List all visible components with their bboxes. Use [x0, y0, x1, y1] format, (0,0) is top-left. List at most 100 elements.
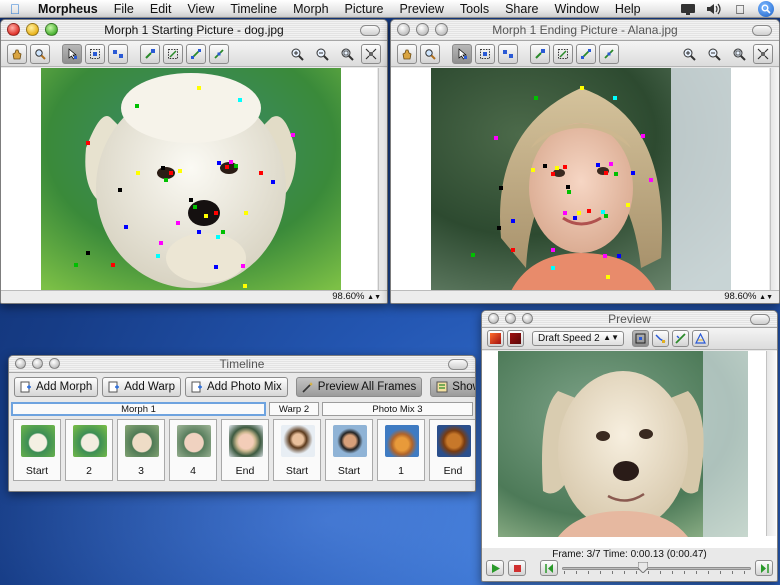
morph-point[interactable] [573, 216, 577, 220]
morph-point[interactable] [543, 164, 547, 168]
morph-point[interactable] [494, 136, 498, 140]
minimize-button[interactable] [32, 358, 43, 369]
morph-point[interactable] [471, 253, 475, 257]
zoom-out-icon[interactable] [703, 44, 725, 64]
morph-point[interactable] [604, 214, 608, 218]
morph-point[interactable] [631, 171, 635, 175]
close-button[interactable] [397, 23, 410, 36]
preview-titlebar[interactable]: Preview [482, 311, 777, 328]
vertical-scrollbar[interactable] [770, 68, 779, 291]
show-points-button[interactable] [632, 330, 649, 347]
add-line-tool-button[interactable] [553, 43, 573, 64]
toolbar-toggle-button[interactable] [448, 359, 468, 370]
menu-view[interactable]: View [179, 2, 222, 16]
timeline-frame[interactable]: 1 [377, 419, 425, 481]
morph-point[interactable] [551, 172, 555, 176]
morph-point[interactable] [176, 221, 180, 225]
morph-point[interactable] [169, 171, 173, 175]
add-photo-mix-button[interactable]: Add Photo Mix [184, 377, 288, 397]
select-point-tool-button[interactable] [452, 43, 472, 64]
end-image-button[interactable] [507, 330, 524, 347]
morph-point[interactable] [531, 168, 535, 172]
preview-all-frames-button[interactable]: Preview All Frames [295, 377, 423, 397]
zoom-actual-size-icon[interactable] [361, 43, 381, 64]
menu-picture[interactable]: Picture [337, 2, 392, 16]
morph-point[interactable] [567, 190, 571, 194]
morph-point[interactable] [497, 226, 501, 230]
morph-point[interactable] [609, 162, 613, 166]
morph-point[interactable] [86, 141, 90, 145]
morph-point[interactable] [603, 254, 607, 258]
toolbar-toggle-button[interactable] [360, 25, 380, 36]
morph-point[interactable] [596, 163, 600, 167]
display-icon[interactable] [680, 2, 696, 16]
add-point-tool-button[interactable] [530, 43, 550, 64]
morph-point[interactable] [563, 211, 567, 215]
close-button[interactable] [488, 313, 499, 324]
morph-point[interactable] [217, 161, 221, 165]
morph-point[interactable] [587, 209, 591, 213]
hand-tool-button[interactable] [397, 43, 417, 64]
morph-point[interactable] [74, 263, 78, 267]
apple-logo-icon[interactable]:  [732, 2, 748, 17]
move-points-tool-button[interactable] [108, 43, 128, 64]
menu-morph[interactable]: Morph [285, 2, 336, 16]
morph-point[interactable] [135, 104, 139, 108]
morph-point[interactable] [189, 198, 193, 202]
speed-select[interactable]: Draft Speed 2 ▲▼ [532, 331, 624, 346]
timeline-frame[interactable]: End [429, 419, 475, 481]
morph-point[interactable] [124, 225, 128, 229]
apple-menu-icon[interactable]:  [0, 1, 30, 17]
morph-point[interactable] [214, 211, 218, 215]
menu-preview[interactable]: Preview [391, 2, 451, 16]
photomix-group-label[interactable]: Photo Mix 3 [322, 402, 473, 416]
close-button[interactable] [15, 358, 26, 369]
spotlight-search-icon[interactable] [758, 1, 774, 17]
timeline-frame[interactable]: Start [13, 419, 61, 481]
morph-point[interactable] [161, 166, 165, 170]
frame-slider[interactable] [562, 561, 751, 574]
morph-point[interactable] [221, 230, 225, 234]
minimize-button[interactable] [505, 313, 516, 324]
morph-group-label[interactable]: Morph 1 [11, 402, 266, 416]
morph-point[interactable] [511, 219, 515, 223]
toolbar-toggle-button[interactable] [752, 25, 772, 36]
move-points-tool-button[interactable] [498, 43, 518, 64]
curve-tool-button[interactable] [186, 43, 206, 64]
zoom-button[interactable] [45, 23, 58, 36]
morph-point[interactable] [197, 86, 201, 90]
zoom-button[interactable] [522, 313, 533, 324]
show-triangles-button[interactable] [692, 330, 709, 347]
select-area-tool-button[interactable] [85, 43, 105, 64]
slider-thumb[interactable] [637, 561, 649, 574]
starting-picture-titlebar[interactable]: Morph 1 Starting Picture - dog.jpg [1, 20, 387, 41]
morph-point[interactable] [511, 248, 515, 252]
morph-point[interactable] [259, 171, 263, 175]
zoom-button[interactable] [435, 23, 448, 36]
menu-timeline[interactable]: Timeline [222, 2, 285, 16]
menu-window[interactable]: Window [546, 2, 606, 16]
menu-morpheus[interactable]: Morpheus [30, 2, 106, 16]
morph-point[interactable] [234, 164, 238, 168]
menu-tools[interactable]: Tools [452, 2, 497, 16]
morph-point[interactable] [238, 98, 242, 102]
zoom-in-icon[interactable] [678, 44, 700, 64]
play-button[interactable] [486, 560, 504, 576]
select-area-tool-button[interactable] [475, 43, 495, 64]
timeline-frame[interactable]: 3 [117, 419, 165, 481]
starting-picture-canvas[interactable] [1, 68, 387, 291]
morph-point[interactable] [649, 178, 653, 182]
ending-picture-titlebar[interactable]: Morph 1 Ending Picture - Alana.jpg [391, 20, 779, 41]
morph-point[interactable] [604, 171, 608, 175]
link-points-tool-button[interactable] [209, 43, 229, 64]
show-lines-button[interactable] [652, 330, 669, 347]
morph-point[interactable] [271, 180, 275, 184]
timeline-frame[interactable]: 2 [65, 419, 113, 481]
zoom-out-icon[interactable] [311, 44, 333, 64]
timeline-frame[interactable]: Start [273, 419, 321, 481]
menu-file[interactable]: File [106, 2, 142, 16]
morph-point[interactable] [225, 165, 229, 169]
vertical-scrollbar[interactable] [378, 68, 387, 291]
morph-point[interactable] [193, 205, 197, 209]
morph-point[interactable] [641, 134, 645, 138]
